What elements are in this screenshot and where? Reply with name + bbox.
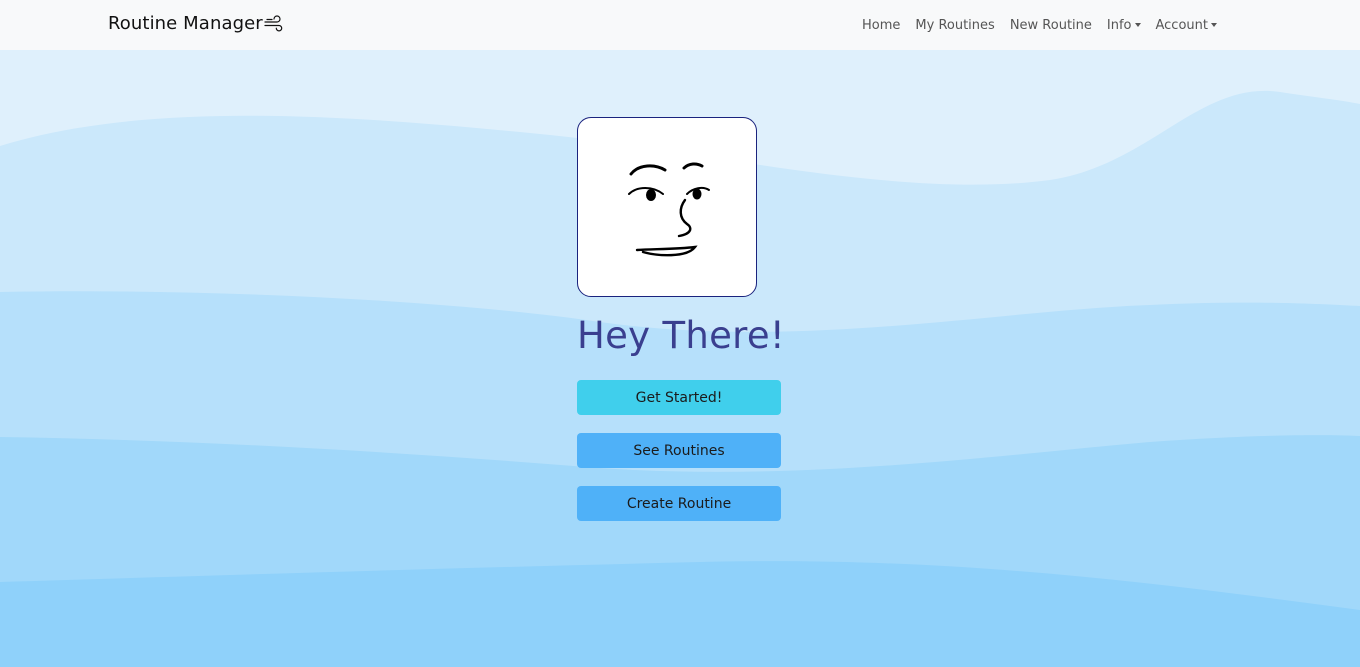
nav-account-label: Account [1155, 17, 1209, 33]
nav-account-dropdown[interactable]: Account [1155, 17, 1217, 33]
nav-new-routine[interactable]: New Routine [1010, 18, 1092, 33]
nav-info-dropdown[interactable]: Info [1107, 18, 1141, 33]
wind-icon [264, 14, 284, 33]
caret-down-icon [1134, 23, 1141, 27]
brand-link[interactable]: Routine Manager [108, 13, 284, 34]
brand-label: Routine Manager [108, 13, 263, 34]
see-routines-button[interactable]: See Routines [577, 433, 781, 468]
hero-section: Hey There! Get Started! See Routines Cre… [577, 117, 837, 521]
create-routine-button[interactable]: Create Routine [577, 486, 781, 521]
nav-my-routines[interactable]: My Routines [915, 18, 994, 33]
navbar: Routine Manager Home My Routines New Rou… [0, 0, 1360, 50]
page-title: Hey There! [577, 314, 786, 357]
face-icon [628, 162, 710, 257]
avatar [577, 117, 757, 297]
nav-info-label: Info [1106, 17, 1132, 33]
caret-down-icon [1211, 23, 1217, 27]
nav-links: Home My Routines New Routine Info Accoun… [862, 0, 1217, 50]
nav-home[interactable]: Home [862, 18, 900, 33]
get-started-button[interactable]: Get Started! [577, 380, 781, 415]
